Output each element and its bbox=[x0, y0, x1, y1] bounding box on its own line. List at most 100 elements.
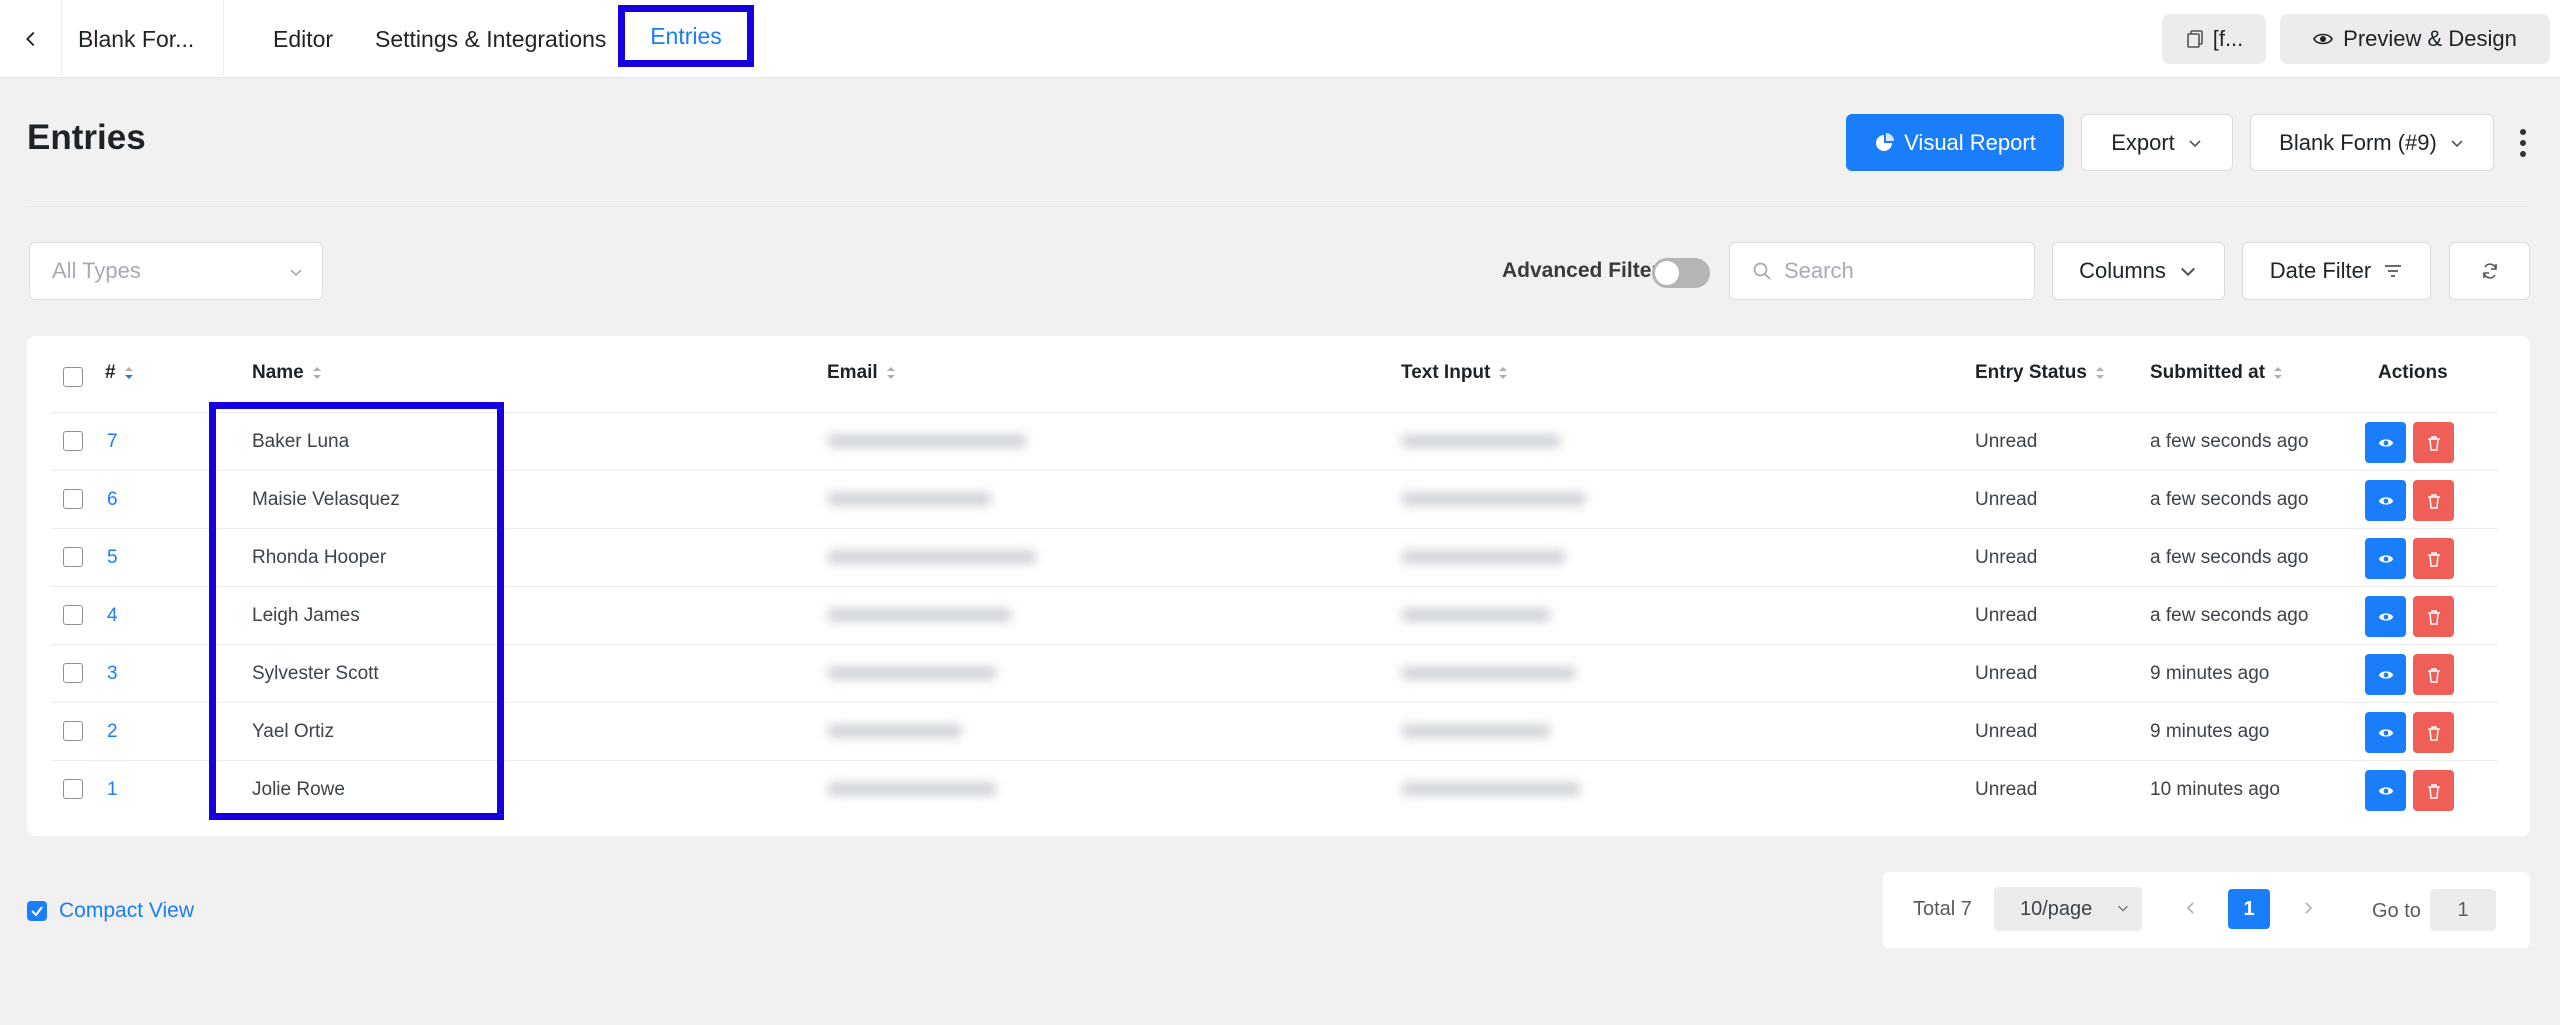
redacted-text-input bbox=[1401, 434, 1561, 448]
page-size-select[interactable]: 10/page bbox=[1994, 887, 2142, 931]
chevron-left-icon bbox=[25, 31, 34, 47]
view-entry-button[interactable] bbox=[2365, 422, 2406, 463]
more-options-icon[interactable] bbox=[2510, 120, 2536, 166]
trash-icon bbox=[2427, 609, 2440, 625]
preview-design-button[interactable]: Preview & Design bbox=[2280, 14, 2550, 64]
form-title: Blank For... bbox=[62, 0, 224, 78]
entry-status: Unread bbox=[1975, 547, 2038, 568]
tab-editor[interactable]: Editor bbox=[273, 0, 333, 78]
redacted-text-input bbox=[1401, 492, 1586, 506]
entry-name: Maisie Velasquez bbox=[252, 489, 400, 510]
view-entry-button[interactable] bbox=[2365, 596, 2406, 637]
visual-report-label: Visual Report bbox=[1904, 129, 2036, 155]
eye-icon bbox=[2378, 438, 2393, 447]
search-field[interactable] bbox=[1729, 242, 2035, 300]
column-header-text-input[interactable]: Text Input bbox=[1401, 362, 1508, 384]
page-number-button[interactable]: 1 bbox=[2228, 889, 2270, 929]
form-select[interactable]: Blank Form (#9) bbox=[2250, 114, 2494, 171]
visual-report-button[interactable]: Visual Report bbox=[1846, 114, 2064, 171]
tab-entries[interactable]: Entries bbox=[618, 5, 754, 67]
columns-button[interactable]: Columns bbox=[2052, 242, 2225, 300]
pie-chart-icon bbox=[1876, 132, 1895, 151]
header-divider bbox=[51, 412, 2498, 413]
row-checkbox[interactable] bbox=[63, 779, 83, 799]
view-entry-button[interactable] bbox=[2365, 654, 2406, 695]
entry-type-placeholder: All Types bbox=[52, 258, 141, 283]
entry-status: Unread bbox=[1975, 663, 2038, 684]
view-entry-button[interactable] bbox=[2365, 538, 2406, 579]
sort-icon bbox=[124, 367, 133, 379]
eye-icon bbox=[2313, 33, 2334, 45]
compact-view-toggle[interactable]: Compact View bbox=[27, 899, 194, 923]
filter-icon bbox=[2385, 265, 2402, 277]
entry-id-link[interactable]: 3 bbox=[107, 663, 118, 685]
shortcode-label: [f... bbox=[2212, 26, 2244, 51]
chevron-down-icon bbox=[2180, 267, 2195, 277]
row-checkbox[interactable] bbox=[63, 431, 83, 451]
column-header-text-input-label: Text Input bbox=[1401, 362, 1491, 383]
goto-page-input[interactable] bbox=[2430, 889, 2496, 931]
chevron-down-icon bbox=[2451, 139, 2463, 147]
delete-entry-button[interactable] bbox=[2413, 654, 2454, 695]
column-header-name[interactable]: Name bbox=[252, 362, 322, 384]
column-header-actions: Actions bbox=[2378, 362, 2448, 384]
date-filter-label: Date Filter bbox=[2269, 258, 2372, 283]
entry-id-link[interactable]: 4 bbox=[107, 605, 118, 627]
entry-submitted-at: 9 minutes ago bbox=[2150, 663, 2270, 684]
delete-entry-button[interactable] bbox=[2413, 538, 2454, 579]
view-entry-button[interactable] bbox=[2365, 712, 2406, 753]
date-filter-button[interactable]: Date Filter bbox=[2242, 242, 2431, 300]
chevron-left-icon bbox=[2186, 902, 2194, 914]
entry-id-link[interactable]: 2 bbox=[107, 721, 118, 743]
export-button[interactable]: Export bbox=[2081, 114, 2233, 171]
refresh-button[interactable] bbox=[2449, 242, 2530, 300]
entry-name: Baker Luna bbox=[252, 431, 350, 452]
next-page-button[interactable] bbox=[2296, 896, 2320, 920]
row-checkbox[interactable] bbox=[63, 547, 83, 567]
row-checkbox[interactable] bbox=[63, 489, 83, 509]
delete-entry-button[interactable] bbox=[2413, 770, 2454, 811]
column-header-entry-status[interactable]: Entry Status bbox=[1975, 362, 2105, 384]
redacted-text-input bbox=[1401, 724, 1551, 738]
back-button[interactable] bbox=[0, 0, 62, 78]
shortcode-button[interactable]: [f... bbox=[2162, 14, 2266, 64]
delete-entry-button[interactable] bbox=[2413, 422, 2454, 463]
eye-icon bbox=[2378, 786, 2393, 795]
entry-status: Unread bbox=[1975, 605, 2038, 626]
trash-icon bbox=[2427, 435, 2440, 451]
chevron-right-icon bbox=[2305, 902, 2313, 914]
view-entry-button[interactable] bbox=[2365, 770, 2406, 811]
delete-entry-button[interactable] bbox=[2413, 480, 2454, 521]
column-header-submitted-at[interactable]: Submitted at bbox=[2150, 362, 2283, 384]
column-header-name-label: Name bbox=[252, 362, 304, 383]
chevron-down-icon bbox=[2118, 905, 2128, 912]
row-checkbox[interactable] bbox=[63, 721, 83, 741]
entry-status: Unread bbox=[1975, 489, 2038, 510]
row-checkbox[interactable] bbox=[63, 663, 83, 683]
row-checkbox[interactable] bbox=[63, 605, 83, 625]
entry-id-link[interactable]: 5 bbox=[107, 547, 118, 569]
delete-entry-button[interactable] bbox=[2413, 596, 2454, 637]
entry-name: Rhonda Hooper bbox=[252, 547, 387, 568]
column-header-email[interactable]: Email bbox=[827, 362, 896, 384]
entry-type-select[interactable]: All Types bbox=[29, 242, 323, 300]
entry-id-link[interactable]: 6 bbox=[107, 489, 118, 511]
select-all-checkbox[interactable] bbox=[63, 367, 83, 387]
prev-page-button[interactable] bbox=[2179, 896, 2203, 920]
entry-submitted-at: a few seconds ago bbox=[2150, 547, 2309, 568]
tab-settings-integrations[interactable]: Settings & Integrations bbox=[375, 0, 606, 78]
compact-view-label: Compact View bbox=[59, 899, 195, 922]
entry-id-link[interactable]: 7 bbox=[107, 431, 118, 453]
advanced-filter-toggle[interactable] bbox=[1652, 258, 1710, 288]
redacted-email bbox=[827, 608, 1012, 622]
search-icon bbox=[1753, 262, 1771, 280]
search-input[interactable] bbox=[1784, 258, 2014, 284]
entry-name: Yael Ortiz bbox=[252, 721, 335, 742]
column-header-id[interactable]: # bbox=[105, 362, 134, 384]
view-entry-button[interactable] bbox=[2365, 480, 2406, 521]
sort-icon bbox=[312, 367, 321, 379]
redacted-email bbox=[827, 434, 1027, 448]
column-header-email-label: Email bbox=[827, 362, 878, 383]
entry-id-link[interactable]: 1 bbox=[107, 779, 118, 801]
delete-entry-button[interactable] bbox=[2413, 712, 2454, 753]
